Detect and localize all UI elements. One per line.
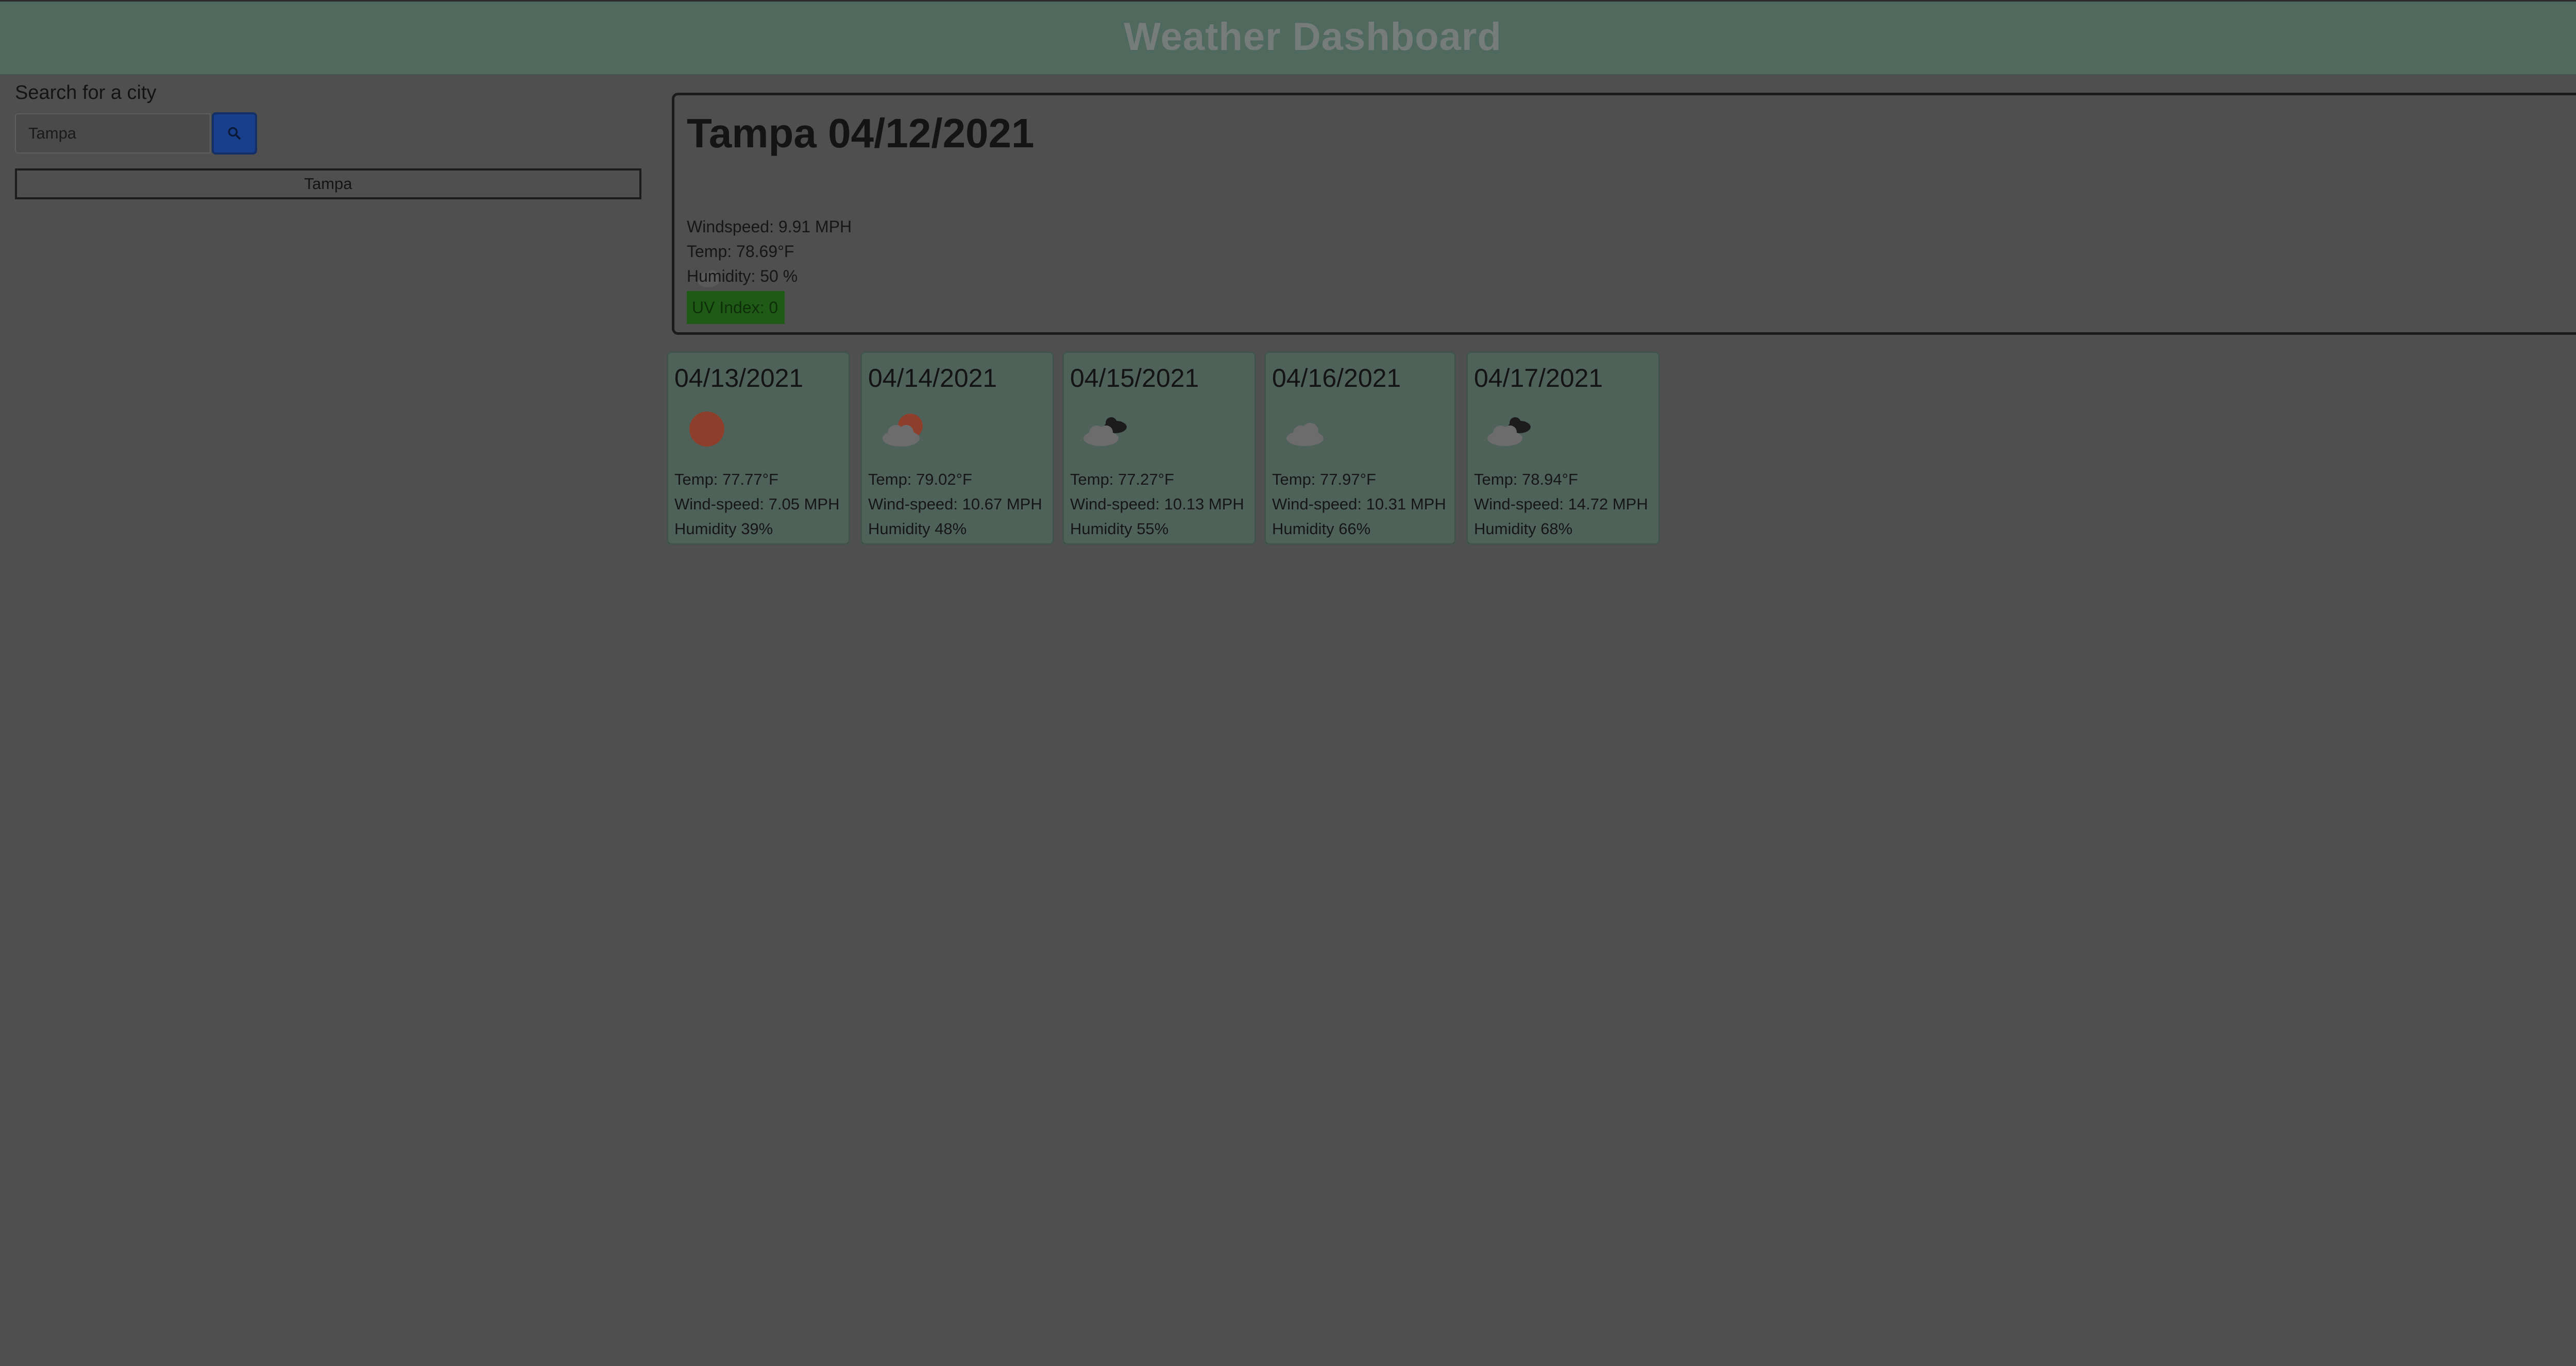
search-row <box>15 112 257 155</box>
forecast-date: 04/17/2021 <box>1474 364 1603 392</box>
broken-clouds-icon <box>1083 417 1127 446</box>
forecast-humidity: Humidity 66% <box>1272 520 1371 538</box>
app-header: Weather Dashboard <box>0 0 2576 75</box>
forecast-temp: Temp: 78.94°F <box>1474 470 1578 488</box>
forecast-date: 04/16/2021 <box>1272 364 1401 392</box>
forecast-card: 04/13/2021 Temp: 77.77°F Wind-speed: 7.0… <box>667 351 850 545</box>
forecast-wind: Wind-speed: 7.05 MPH <box>674 495 840 513</box>
forecast-humidity: Humidity 55% <box>1070 520 1169 538</box>
current-city-date: Tampa 04/12/2021 <box>687 110 1035 156</box>
forecast-card: 04/14/2021 Temp: 79.02°F Wind-speed: 10.… <box>860 351 1054 545</box>
sun-icon <box>689 412 724 447</box>
sun-behind-cloud-icon <box>883 414 923 447</box>
forecast-card: 04/16/2021 Temp: 77.97°F Wind-speed: 10.… <box>1264 351 1456 545</box>
forecast-wind: Wind-speed: 10.13 MPH <box>1070 495 1244 513</box>
current-temp: Temp: 78.69°F <box>687 242 794 261</box>
search-label: Search for a city <box>15 82 157 104</box>
forecast-wind: Wind-speed: 14.72 MPH <box>1474 495 1648 513</box>
forecast-humidity: Humidity 39% <box>674 520 773 538</box>
uv-index-badge: UV Index: 0 <box>687 291 785 324</box>
forecast-card: 04/17/2021 Temp: 78.94°F Wind-speed: 14.… <box>1466 351 1660 545</box>
forecast-wind: Wind-speed: 10.31 MPH <box>1272 495 1446 513</box>
forecast-temp: Temp: 77.97°F <box>1272 470 1376 488</box>
broken-clouds-icon <box>1487 417 1531 446</box>
forecast-humidity: Humidity 68% <box>1474 520 1573 538</box>
forecast-temp: Temp: 77.77°F <box>674 470 778 488</box>
current-humidity: Humidity: 50 % <box>687 267 798 285</box>
forecast-humidity: Humidity 48% <box>868 520 967 538</box>
search-button[interactable] <box>212 112 257 155</box>
forecast-temp: Temp: 77.27°F <box>1070 470 1174 488</box>
search-history-item[interactable]: Tampa <box>15 168 641 199</box>
forecast-date: 04/14/2021 <box>868 364 997 392</box>
forecast-card: 04/15/2021 Temp: 77.27°F Wind-speed: 10.… <box>1062 351 1256 545</box>
cloud-icon <box>1286 423 1324 446</box>
forecast-temp: Temp: 79.02°F <box>868 470 972 488</box>
current-weather-card: Tampa 04/12/2021 Windspeed: 9.91 MPH Tem… <box>672 93 2576 335</box>
page-title: Weather Dashboard <box>1124 15 1502 59</box>
forecast-date: 04/13/2021 <box>674 364 804 392</box>
forecast-date: 04/15/2021 <box>1070 364 1199 392</box>
current-windspeed: Windspeed: 9.91 MPH <box>687 217 852 236</box>
city-search-input[interactable] <box>15 113 211 153</box>
forecast-wind: Wind-speed: 10.67 MPH <box>868 495 1042 513</box>
search-icon <box>228 127 241 140</box>
